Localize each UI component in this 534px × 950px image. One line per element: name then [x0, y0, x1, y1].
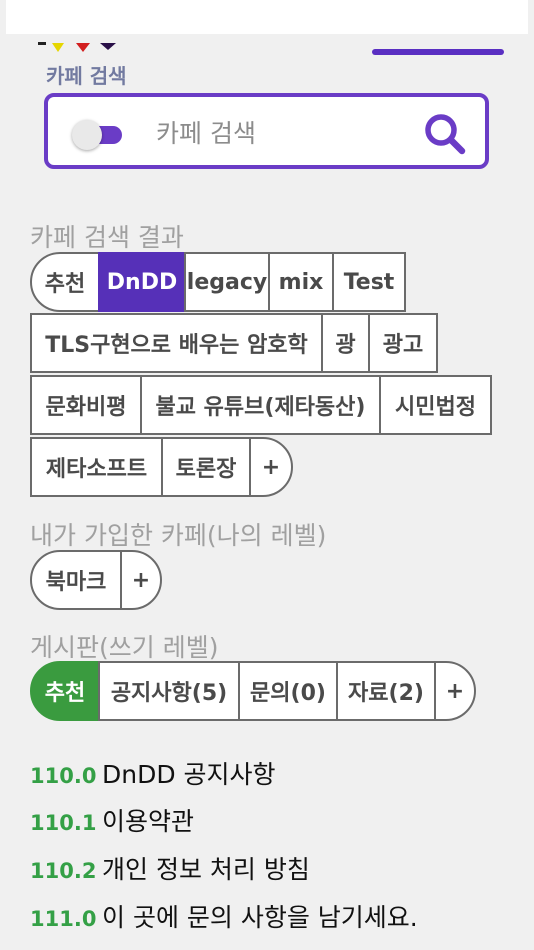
add-result-button[interactable]: + — [249, 437, 293, 497]
chip-mix[interactable]: mix — [268, 252, 334, 312]
chip-buddhism-youtube[interactable]: 불교 유튜브(제타동산) — [140, 375, 381, 435]
my-cafes-row: 북마크 + — [30, 550, 162, 610]
notice-number: 110.1 — [30, 811, 97, 835]
add-my-cafe-button[interactable]: + — [120, 550, 162, 610]
search-icon[interactable] — [422, 111, 468, 157]
chip-recommend[interactable]: 추천 — [30, 252, 100, 312]
chip-culture-review[interactable]: 문화비평 — [30, 375, 142, 435]
list-item[interactable]: 110.2 개인 정보 처리 방침 — [30, 850, 310, 886]
notice-title: 이용약관 — [102, 807, 195, 836]
notice-title: 개인 정보 처리 방침 — [102, 855, 310, 884]
chip-ad[interactable]: 광고 — [368, 313, 438, 373]
results-row-4: 제타소프트 토론장 + — [30, 437, 293, 497]
search-mode-toggle[interactable] — [72, 119, 122, 150]
chip-gwang[interactable]: 광 — [321, 313, 370, 373]
add-board-button[interactable]: + — [434, 661, 476, 721]
notice-number: 110.0 — [30, 764, 97, 788]
logo-icon — [38, 42, 116, 52]
notice-number: 110.2 — [30, 859, 97, 883]
notice-number: 111.0 — [30, 907, 97, 931]
list-item[interactable]: 110.0 DnDD 공지사항 — [30, 755, 276, 791]
chip-zeta-soft[interactable]: 제타소프트 — [30, 437, 163, 497]
my-cafes-label: 내가 가입한 카페(나의 레벨) — [30, 521, 327, 550]
chip-test[interactable]: Test — [332, 252, 406, 312]
chip-dndd[interactable]: DnDD — [98, 252, 186, 312]
header-accent-bar — [372, 49, 504, 55]
board-chip-recommend[interactable]: 추천 — [30, 661, 100, 721]
chip-debate-room[interactable]: 토론장 — [161, 437, 251, 497]
notice-title: DnDD 공지사항 — [102, 760, 276, 789]
board-chip-resources[interactable]: 자료(2) — [336, 661, 436, 721]
chip-legacy[interactable]: legacy — [184, 252, 270, 312]
section-title: 카페 검색 — [46, 64, 127, 88]
results-row-1: 추천 DnDD legacy mix Test — [30, 252, 406, 312]
results-row-2: TLS구현으로 배우는 암호학 광 광고 — [30, 313, 438, 373]
search-input[interactable] — [156, 113, 406, 153]
notice-title: 이 곳에 문의 사항을 남기세요. — [102, 903, 418, 932]
top-bar — [6, 0, 528, 34]
chip-tls-crypto[interactable]: TLS구현으로 배우는 암호학 — [30, 313, 323, 373]
boards-label: 게시판(쓰기 레벨) — [30, 633, 219, 662]
list-item[interactable]: 111.0 이 곳에 문의 사항을 남기세요. — [30, 898, 418, 934]
results-row-3: 문화비평 불교 유튜브(제타동산) 시민법정 — [30, 375, 492, 435]
search-box — [44, 93, 489, 169]
list-item[interactable]: 110.1 이용약관 — [30, 802, 194, 838]
board-chip-inquiry[interactable]: 문의(0) — [238, 661, 338, 721]
boards-row: 추천 공지사항(5) 문의(0) 자료(2) + — [30, 661, 476, 721]
chip-citizen-court[interactable]: 시민법정 — [379, 375, 492, 435]
board-chip-notices[interactable]: 공지사항(5) — [98, 661, 240, 721]
toggle-knob — [72, 120, 102, 150]
search-results-label: 카페 검색 결과 — [30, 223, 184, 252]
chip-bookmark[interactable]: 북마크 — [30, 550, 122, 610]
